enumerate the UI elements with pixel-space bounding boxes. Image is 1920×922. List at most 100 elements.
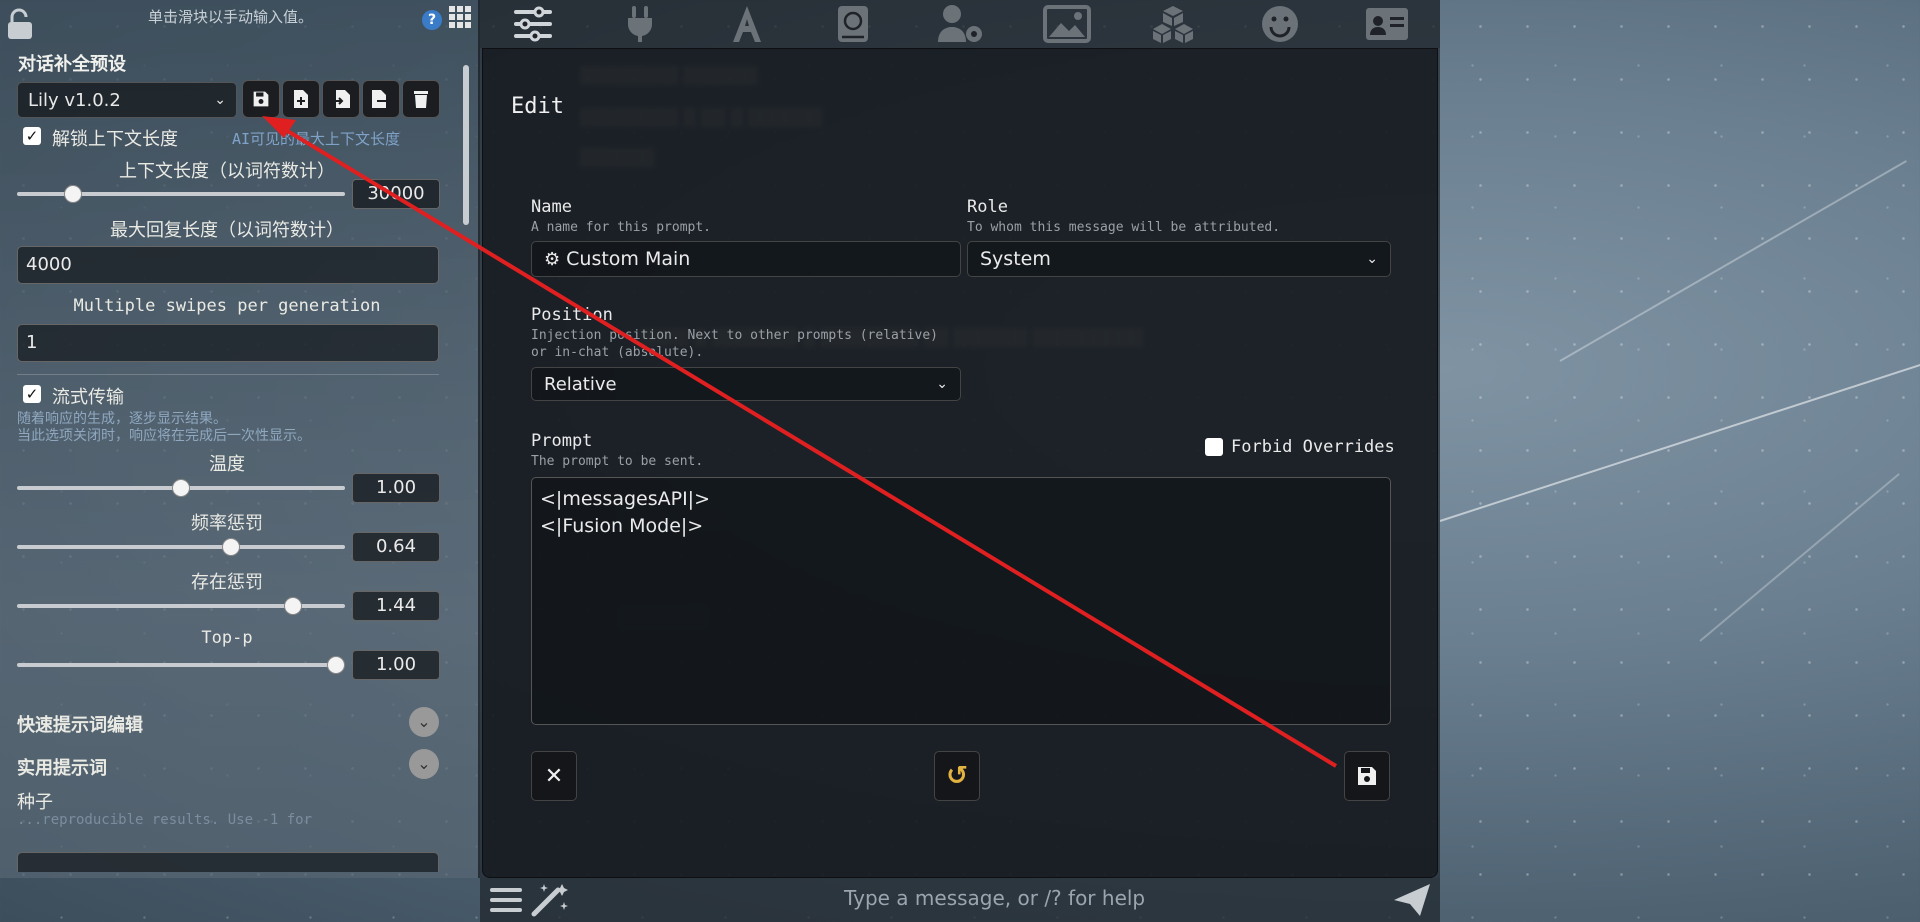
position-select-value: Relative bbox=[544, 373, 617, 395]
unlock-context-label: 解锁上下文长度 bbox=[52, 129, 178, 150]
import-preset-button[interactable] bbox=[322, 80, 360, 118]
chevron-down-icon: ⌄ bbox=[417, 712, 431, 731]
presence-penalty-slider[interactable] bbox=[17, 595, 345, 617]
lock-open-icon[interactable] bbox=[6, 8, 34, 40]
floppy-disk-icon bbox=[253, 91, 269, 107]
max-reply-label: 最大回复长度（以词符数计） bbox=[110, 220, 344, 241]
plug-icon[interactable] bbox=[612, 0, 668, 48]
dialog-title: Edit bbox=[511, 94, 564, 119]
unlock-context-note: AI可见的最大上下文长度 bbox=[232, 130, 401, 148]
close-icon: ✕ bbox=[544, 763, 564, 789]
forbid-overrides-toggle[interactable]: Forbid Overrides bbox=[1205, 437, 1395, 457]
name-sublabel: A name for this prompt. bbox=[531, 220, 712, 235]
slider-track bbox=[17, 545, 345, 549]
role-select[interactable]: System ⌄ bbox=[967, 241, 1391, 277]
smiley-icon[interactable] bbox=[1252, 0, 1308, 48]
prompt-sublabel: The prompt to be sent. bbox=[531, 454, 704, 469]
max-reply-input[interactable]: 4000 bbox=[17, 246, 439, 284]
position-label: Position bbox=[531, 305, 613, 325]
streaming-label: 流式传输 bbox=[52, 387, 124, 408]
freq-penalty-slider[interactable] bbox=[17, 536, 345, 558]
temperature-slider[interactable] bbox=[17, 477, 345, 499]
position-sublabel-1: Injection position. Next to other prompt… bbox=[531, 328, 938, 343]
position-sublabel-2: or in-chat (absolute). bbox=[531, 345, 704, 360]
utility-prompt-label: 实用提示词 bbox=[17, 758, 107, 779]
hamburger-menu-icon[interactable] bbox=[490, 886, 522, 918]
divider bbox=[17, 374, 439, 375]
slider-knob[interactable] bbox=[327, 656, 345, 674]
seed-label: 种子 bbox=[17, 792, 53, 813]
role-select-value: System bbox=[980, 248, 1051, 270]
slider-knob[interactable] bbox=[222, 538, 240, 556]
top-p-input[interactable]: 1.00 bbox=[352, 650, 440, 680]
gear-icon: ⚙ bbox=[544, 248, 561, 270]
forbid-overrides-label: Forbid Overrides bbox=[1231, 437, 1395, 457]
slider-knob[interactable] bbox=[284, 597, 302, 615]
send-icon[interactable] bbox=[1392, 882, 1432, 922]
expand-quick-prompt-button[interactable]: ⌄ bbox=[409, 707, 439, 737]
chat-input-bar: Type a message, or /? for help bbox=[480, 878, 1440, 922]
temperature-input[interactable]: 1.00 bbox=[352, 473, 440, 503]
preset-section-title: 对话补全预设 bbox=[18, 54, 126, 75]
left-settings-panel: 单击滑块以手动输入值。 ? 对话补全预设 Lily v1.0.2 ⌄ ✓ 解锁上… bbox=[0, 0, 480, 878]
seed-note: ...reproducible results. Use -1 for bbox=[17, 812, 313, 828]
chevron-down-icon: ⌄ bbox=[1366, 251, 1378, 267]
freq-penalty-input[interactable]: 0.64 bbox=[352, 532, 440, 562]
preset-select[interactable]: Lily v1.0.2 ⌄ bbox=[17, 82, 237, 118]
magic-wand-icon[interactable] bbox=[530, 882, 570, 922]
swipes-input[interactable]: 1 bbox=[17, 324, 439, 362]
export-preset-button[interactable] bbox=[362, 80, 400, 118]
role-sublabel: To whom this message will be attributed. bbox=[967, 220, 1281, 235]
reset-button[interactable]: ↺ bbox=[934, 751, 980, 801]
cubes-icon[interactable] bbox=[1145, 0, 1201, 48]
top-p-slider[interactable] bbox=[17, 654, 345, 676]
prompt-line: <|messagesAPI|> bbox=[540, 488, 710, 510]
slider-hint: 单击滑块以手动输入值。 bbox=[148, 8, 314, 26]
chevron-down-icon: ⌄ bbox=[936, 376, 948, 392]
slider-track bbox=[17, 663, 345, 667]
delete-preset-button[interactable] bbox=[402, 80, 440, 118]
streaming-checkbox[interactable]: ✓ bbox=[23, 385, 41, 403]
undo-icon: ↺ bbox=[946, 761, 968, 791]
name-field-value: Custom Main bbox=[566, 248, 691, 270]
id-card-icon[interactable] bbox=[1359, 0, 1415, 48]
swipes-label: Multiple swipes per generation bbox=[73, 296, 381, 316]
sliders-icon[interactable] bbox=[505, 0, 561, 48]
slider-knob[interactable] bbox=[64, 185, 82, 203]
prompt-textarea[interactable]: <|messagesAPI|> <|Fusion Mode|> bbox=[531, 477, 1391, 725]
seed-input[interactable] bbox=[17, 852, 439, 872]
font-icon[interactable] bbox=[719, 0, 775, 48]
prompt-line: <|Fusion Mode|> bbox=[540, 515, 704, 537]
new-preset-button[interactable] bbox=[282, 80, 320, 118]
save-button[interactable] bbox=[1344, 751, 1390, 801]
edit-prompt-dialog: Edit Name A name for this prompt. ⚙ Cust… bbox=[482, 48, 1438, 878]
message-input[interactable]: Type a message, or /? for help bbox=[844, 886, 1145, 910]
floppy-disk-icon bbox=[1358, 767, 1376, 785]
save-preset-button[interactable] bbox=[242, 80, 280, 118]
image-icon[interactable] bbox=[1039, 0, 1095, 48]
close-button[interactable]: ✕ bbox=[531, 751, 577, 801]
streaming-note-2: 当此选项关闭时，响应将在完成后一次性显示。 bbox=[17, 428, 311, 444]
chevron-down-icon: ⌄ bbox=[214, 92, 226, 108]
context-length-slider[interactable] bbox=[17, 183, 345, 205]
context-length-input[interactable]: 30000 bbox=[352, 179, 440, 209]
chevron-down-icon: ⌄ bbox=[417, 754, 431, 773]
role-label: Role bbox=[967, 197, 1008, 217]
user-gear-icon[interactable] bbox=[932, 0, 988, 48]
top-navigation-bar bbox=[480, 0, 1440, 48]
scrollbar[interactable] bbox=[463, 65, 469, 225]
unlock-context-checkbox[interactable]: ✓ bbox=[23, 127, 41, 145]
position-select[interactable]: Relative ⌄ bbox=[531, 367, 961, 401]
help-icon[interactable]: ? bbox=[422, 10, 442, 30]
presence-penalty-input[interactable]: 1.44 bbox=[352, 591, 440, 621]
grid-menu-icon[interactable] bbox=[449, 6, 471, 28]
book-atlas-icon[interactable] bbox=[825, 0, 881, 48]
file-plus-icon bbox=[294, 90, 308, 108]
file-export-icon bbox=[372, 90, 391, 108]
slider-knob[interactable] bbox=[172, 479, 190, 497]
expand-utility-prompt-button[interactable]: ⌄ bbox=[409, 749, 439, 779]
forbid-overrides-checkbox[interactable] bbox=[1205, 438, 1223, 456]
quick-prompt-label: 快速提示词编辑 bbox=[17, 715, 143, 736]
name-field[interactable]: ⚙ Custom Main bbox=[531, 241, 961, 277]
file-import-icon bbox=[332, 90, 350, 108]
